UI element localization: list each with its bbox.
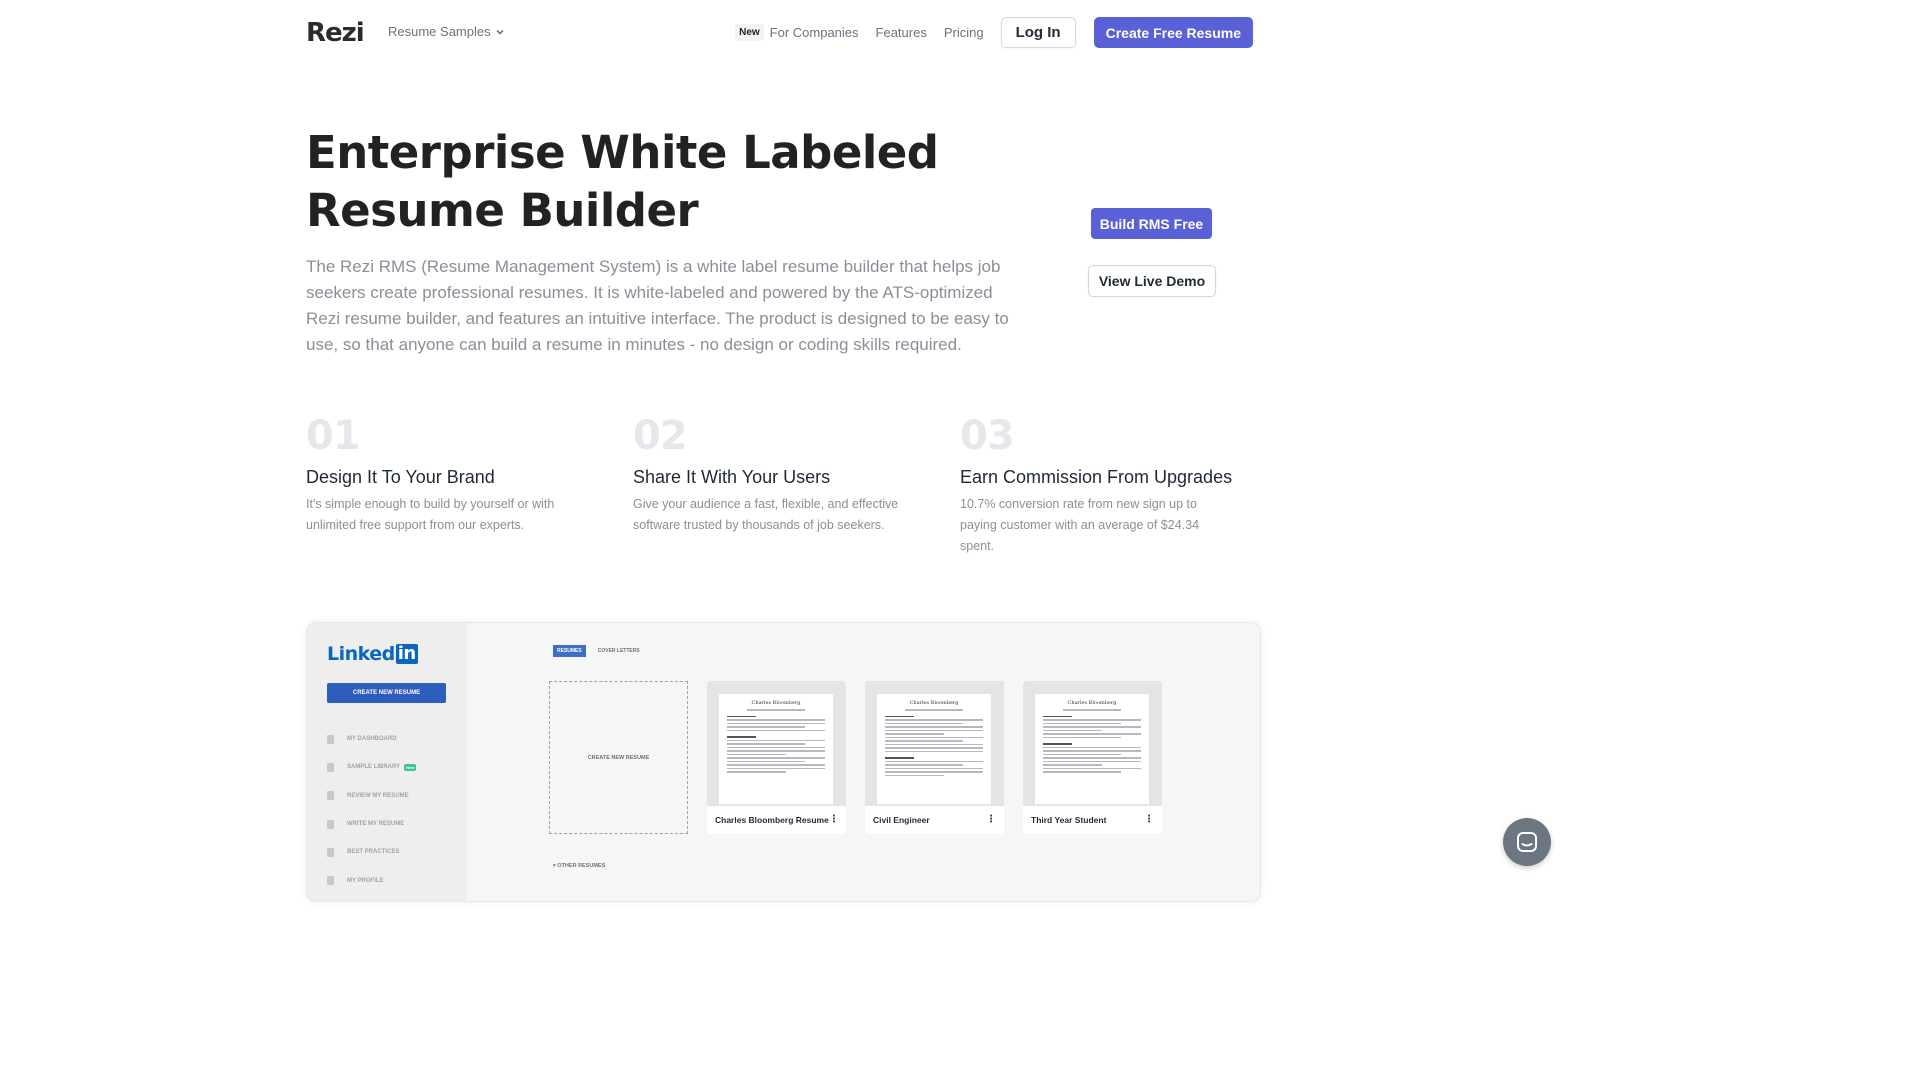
preview-tabs: RESUMES COVER LETTERS <box>553 645 640 657</box>
resume-thumbnail: Charles Bloomberg <box>1035 694 1149 804</box>
preview-sidebar: Linked in CREATE NEW RESUME MY DASHBOARD … <box>307 623 467 901</box>
preview-menu-label: WRITE MY RESUME <box>347 821 405 828</box>
preview-menu-item: BEST PRACTICES <box>327 838 416 866</box>
preview-sidebar-menu: MY DASHBOARD SAMPLE LIBRARY New REVIEW MY… <box>327 725 417 895</box>
linkedin-logo-text: Linked <box>327 643 395 665</box>
preview-other-resumes-label: OTHER RESUMES <box>557 863 606 869</box>
nav-right-group: New For Companies Features Pricing Log I… <box>735 17 1253 48</box>
more-options-icon: ⋮ <box>986 814 996 825</box>
preview-menu-item: MY PROFILE <box>327 866 416 894</box>
feature-item: 02 Share It With Your Users Give your au… <box>633 412 933 536</box>
preview-resume-card: Charles Bloomberg Third Year Student ⋮ <box>1023 681 1162 834</box>
feature-title: Design It To Your Brand <box>306 467 495 487</box>
linkedin-logo-in: in <box>395 643 418 664</box>
preview-card-footer: Civil Engineer ⋮ <box>865 806 1004 834</box>
resume-thumbnail-name: Charles Bloomberg <box>751 700 801 706</box>
app-preview-screenshot: Linked in CREATE NEW RESUME MY DASHBOARD … <box>306 622 1261 902</box>
top-nav: Rezi Resume Samples New For Companies Fe… <box>0 0 1568 64</box>
view-live-demo-button[interactable]: View Live Demo <box>1088 265 1216 297</box>
document-icon <box>327 734 334 744</box>
resume-samples-menu[interactable]: Resume Samples <box>388 24 505 39</box>
feature-number: 01 <box>306 413 361 459</box>
resume-thumbnail: Charles Bloomberg <box>719 694 833 804</box>
preview-card-footer: Third Year Student ⋮ <box>1023 806 1162 834</box>
preview-card-footer: Charles Bloomberg Resume ⋮ <box>707 806 846 834</box>
document-icon <box>327 876 334 886</box>
feature-number: 03 <box>960 413 1015 459</box>
preview-menu-item: SAMPLE LIBRARY New <box>327 753 417 781</box>
linkedin-logo: Linked in <box>327 643 418 665</box>
document-icon <box>327 791 334 801</box>
resume-thumbnail: Charles Bloomberg <box>877 694 991 804</box>
preview-main: RESUMES COVER LETTERS CREATE NEW RESUME … <box>467 623 1260 901</box>
hero-title-line2: Resume Builder <box>306 184 699 237</box>
preview-card-name: Third Year Student <box>1031 815 1107 825</box>
feature-description: Give your audience a fast, flexible, and… <box>633 497 899 532</box>
for-companies-link[interactable]: For Companies <box>770 25 859 40</box>
preview-menu-label: SAMPLE LIBRARY <box>347 764 401 771</box>
feature-description: 10.7% conversion rate from new sign up t… <box>960 497 1200 553</box>
chevron-down-icon <box>496 29 504 35</box>
rezi-logo[interactable]: Rezi <box>306 18 365 48</box>
more-options-icon: ⋮ <box>828 814 839 825</box>
build-rms-free-button[interactable]: Build RMS Free <box>1091 208 1212 239</box>
preview-other-resumes: ▾ OTHER RESUMES <box>553 863 606 869</box>
feature-title: Earn Commission From Upgrades <box>960 467 1233 487</box>
preview-menu-item: REVIEW MY RESUME <box>327 782 416 810</box>
preview-menu-label: BEST PRACTICES <box>347 849 400 856</box>
create-free-resume-button[interactable]: Create Free Resume <box>1093 17 1253 48</box>
chat-bubble-icon <box>1517 832 1537 852</box>
hero-title-line1: Enterprise White Labeled <box>306 126 939 179</box>
feature-title: Share It With Your Users <box>633 467 831 487</box>
preview-resume-card: Charles Bloomberg Civil Engineer ⋮ <box>865 681 1004 834</box>
feature-description: It's simple enough to build by yourself … <box>306 497 555 532</box>
preview-menu-item: WRITE MY RESUME <box>327 810 416 838</box>
pricing-link[interactable]: Pricing <box>944 25 984 40</box>
hero-description: The Rezi RMS (Resume Management System) … <box>306 257 1009 354</box>
preview-card-name: Charles Bloomberg Resume <box>715 815 829 825</box>
preview-create-resume-button: CREATE NEW RESUME <box>327 683 446 703</box>
preview-new-badge: New <box>404 763 417 771</box>
feature-number: 02 <box>633 413 688 459</box>
hero-title: Enterprise White Labeled Resume Builder <box>306 124 1006 240</box>
new-badge: New <box>735 24 764 41</box>
feature-item: 03 Earn Commission From Upgrades 10.7% c… <box>960 412 1260 557</box>
preview-card-name: Civil Engineer <box>873 815 930 825</box>
preview-menu-label: REVIEW MY RESUME <box>347 792 409 799</box>
preview-resume-card: Charles Bloomberg Charles Bloomberg Resu… <box>707 681 846 834</box>
resume-samples-label: Resume Samples <box>388 24 491 39</box>
preview-menu-item: MY DASHBOARD <box>327 725 416 753</box>
document-icon <box>327 847 334 857</box>
features-link[interactable]: Features <box>876 25 927 40</box>
chat-launcher-button[interactable] <box>1503 818 1551 866</box>
login-button[interactable]: Log In <box>1000 17 1076 48</box>
preview-tab-resumes: RESUMES <box>553 645 586 657</box>
preview-tab-cover-letters: COVER LETTERS <box>597 648 640 654</box>
document-icon <box>327 762 334 772</box>
resume-thumbnail-name: Charles Bloomberg <box>1067 700 1117 706</box>
preview-menu-label: MY DASHBOARD <box>347 736 397 743</box>
document-icon <box>327 819 334 829</box>
preview-create-new-card: CREATE NEW RESUME <box>549 681 688 834</box>
more-options-icon: ⋮ <box>1144 814 1154 825</box>
resume-thumbnail-name: Charles Bloomberg <box>909 700 959 706</box>
preview-menu-label: MY PROFILE <box>347 877 384 884</box>
feature-item: 01 Design It To Your Brand It's simple e… <box>306 412 606 536</box>
